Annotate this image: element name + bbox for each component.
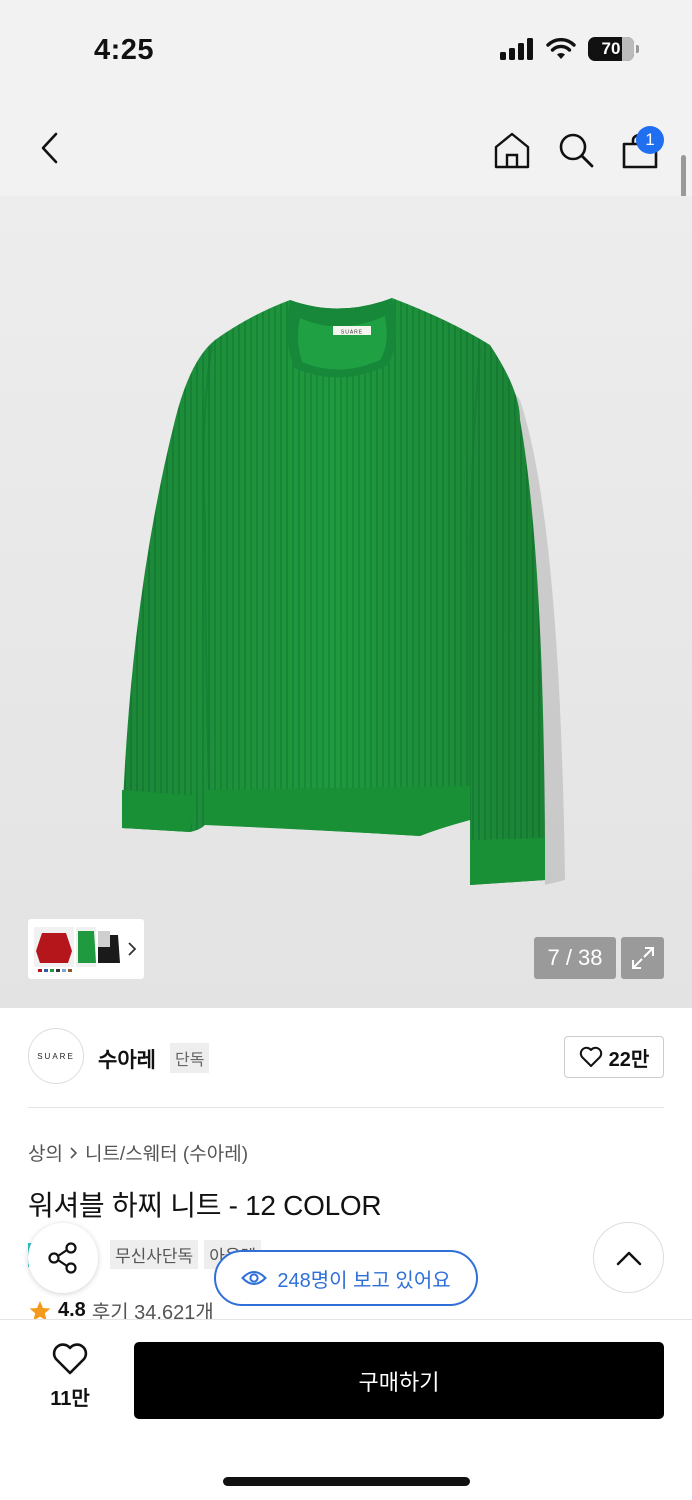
status-icons: 70 <box>500 37 639 61</box>
product-sweater-image: SUARE <box>122 298 565 885</box>
brand-name[interactable]: 수아레 <box>98 1044 156 1074</box>
wifi-icon <box>546 38 576 59</box>
heart-icon <box>52 1343 88 1375</box>
chevron-right-icon <box>128 942 137 956</box>
cart-count-badge: 1 <box>636 126 664 154</box>
status-time: 4:25 <box>94 34 155 66</box>
brand-exclusive-tag: 단독 <box>170 1043 210 1073</box>
color-thumbnail-strip[interactable] <box>28 919 144 979</box>
home-icon[interactable] <box>492 130 532 170</box>
color-thumbnails-image <box>34 927 120 972</box>
expand-icon <box>631 947 654 969</box>
buy-button[interactable]: 구매하기 <box>134 1342 664 1419</box>
breadcrumb-subcategory[interactable]: 니트/스웨터 (수아레) <box>85 1139 248 1166</box>
share-icon <box>48 1242 77 1274</box>
search-icon[interactable] <box>556 130 596 170</box>
live-viewers-pill: 248명이 보고 있어요 <box>214 1250 478 1306</box>
brand-row: SUARE 수아레 단독 22만 <box>28 1028 664 1086</box>
brand-like-button[interactable]: 22만 <box>564 1036 664 1078</box>
breadcrumb: 상의 니트/스웨터 (수아레) <box>28 1139 248 1166</box>
share-button[interactable] <box>28 1223 98 1293</box>
divider <box>28 1107 664 1108</box>
scroll-to-top-button[interactable] <box>593 1222 664 1293</box>
product-title: 워셔블 하찌 니트 - 12 COLOR <box>28 1190 382 1221</box>
breadcrumb-category[interactable]: 상의 <box>28 1139 63 1166</box>
brand-logo[interactable]: SUARE <box>28 1028 84 1084</box>
signal-icon <box>500 38 533 60</box>
brand-like-count: 22만 <box>608 1048 650 1071</box>
eye-icon <box>241 1271 268 1285</box>
chevron-up-icon <box>616 1251 641 1265</box>
home-indicator[interactable] <box>223 1477 470 1486</box>
wishlist-count: 11만 <box>50 1388 90 1410</box>
battery-indicator: 70 <box>588 37 639 61</box>
product-image-gallery[interactable]: SUARE <box>0 196 692 1008</box>
back-icon[interactable] <box>30 128 70 168</box>
live-viewers-text: 248명이 보고 있어요 <box>277 1269 451 1292</box>
heart-icon <box>579 1046 602 1067</box>
chevron-right-icon <box>70 1146 78 1159</box>
svg-text:SUARE: SUARE <box>341 330 363 336</box>
wishlist-button[interactable]: 11만 <box>36 1342 104 1418</box>
status-bar: 4:25 70 <box>0 0 692 100</box>
expand-image-button[interactable] <box>621 937 664 979</box>
product-tag: 무신사단독 <box>110 1240 199 1269</box>
image-page-counter: 7 / 38 <box>534 937 616 979</box>
